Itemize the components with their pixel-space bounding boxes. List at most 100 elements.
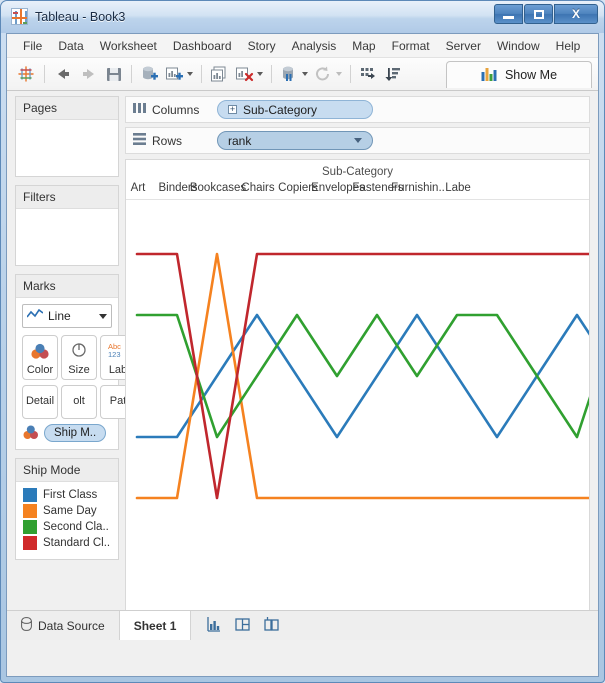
marks-detail-button[interactable]: Detail — [22, 385, 58, 419]
marks-size-button[interactable]: Size — [61, 335, 97, 380]
chevron-down-icon[interactable] — [257, 72, 263, 76]
client-area: File Data Worksheet Dashboard Story Anal… — [6, 33, 599, 677]
columns-pill-label: Sub-Category — [243, 103, 317, 117]
duplicate-sheet-icon[interactable] — [207, 62, 232, 86]
data-source-tab[interactable]: Data Source — [7, 611, 120, 640]
show-me-bars-icon — [481, 66, 498, 84]
menu-bar: File Data Worksheet Dashboard Story Anal… — [7, 34, 598, 58]
marks-color-button[interactable]: Color — [22, 335, 58, 380]
size-circle-icon — [70, 342, 88, 362]
close-button[interactable]: X — [554, 4, 598, 24]
column-headers: ArtBindersBookcasesChairsCopiersEnvelope… — [126, 180, 589, 200]
column-header-label[interactable]: Furnishin.. — [391, 182, 445, 194]
menu-file[interactable]: File — [15, 36, 50, 56]
columns-shelf-label: Columns — [152, 103, 199, 117]
menu-dashboard[interactable]: Dashboard — [165, 36, 240, 56]
rows-shelf-label: Rows — [152, 134, 182, 148]
pages-drop-zone[interactable] — [16, 120, 118, 176]
legend-swatch — [23, 520, 37, 534]
columns-shelf[interactable]: Columns + Sub-Category — [125, 96, 590, 123]
chevron-down-icon[interactable] — [187, 72, 193, 76]
maximize-button[interactable] — [524, 4, 553, 24]
expand-plus-icon[interactable]: + — [228, 105, 237, 114]
toolbar-separator — [131, 65, 132, 83]
show-me-button[interactable]: Show Me — [446, 61, 592, 88]
legend-title: Ship Mode — [16, 459, 118, 482]
marks-tooltip-button[interactable]: olt — [61, 385, 97, 419]
menu-server[interactable]: Server — [438, 36, 489, 56]
refresh-icon[interactable] — [311, 62, 345, 86]
mark-type-value: Line — [48, 309, 71, 323]
legend-item[interactable]: Same Day — [23, 504, 112, 518]
column-header-label[interactable]: Labe — [445, 182, 471, 194]
columns-pill-sub-category[interactable]: + Sub-Category — [217, 100, 373, 119]
plot-area[interactable] — [126, 226, 589, 604]
rows-pill-rank[interactable]: rank — [217, 131, 373, 150]
save-icon[interactable] — [102, 62, 126, 86]
marks-color-label: Color — [27, 364, 53, 376]
sheet-tab-sheet-1[interactable]: Sheet 1 — [120, 611, 192, 640]
data-source-icon — [21, 617, 32, 634]
line-chart-svg — [126, 226, 589, 516]
legend-label: Same Day — [43, 505, 97, 517]
new-data-source-icon[interactable] — [137, 62, 162, 86]
menu-window[interactable]: Window — [489, 36, 548, 56]
marks-buttons-lower: Detail olt Pat — [22, 385, 112, 419]
chevron-down-icon[interactable] — [302, 72, 308, 76]
marks-encoding-row: Ship M.. — [22, 424, 112, 442]
chevron-down-icon[interactable] — [99, 314, 107, 319]
menu-story[interactable]: Story — [240, 36, 284, 56]
chevron-down-icon[interactable] — [336, 72, 342, 76]
color-legend-card: Ship Mode First Class Same Day Second — [15, 458, 119, 560]
legend-label: Standard Cl.. — [43, 537, 110, 549]
pages-card: Pages — [15, 96, 119, 177]
svg-text:123: 123 — [108, 350, 121, 359]
legend-item[interactable]: First Class — [23, 488, 112, 502]
toolbar: Show Me — [7, 58, 598, 91]
column-header-label[interactable]: Chairs — [241, 182, 274, 194]
column-header-label[interactable]: Art — [131, 182, 146, 194]
toolbar-separator — [44, 65, 45, 83]
pause-updates-icon[interactable] — [277, 62, 311, 86]
series-line — [137, 254, 589, 498]
columns-grid-icon — [133, 102, 146, 117]
menu-worksheet[interactable]: Worksheet — [92, 36, 165, 56]
sort-descending-icon[interactable] — [381, 62, 406, 86]
menu-format[interactable]: Format — [384, 36, 438, 56]
left-panel: Pages Filters Marks — [15, 96, 119, 635]
new-worksheet-icon[interactable] — [205, 616, 222, 635]
menu-data[interactable]: Data — [50, 36, 91, 56]
back-arrow-icon[interactable] — [50, 62, 76, 86]
show-me-label: Show Me — [505, 68, 557, 82]
mark-type-dropdown[interactable]: Line — [22, 304, 112, 328]
new-story-icon[interactable] — [263, 616, 280, 635]
minimize-button[interactable] — [494, 4, 523, 24]
filters-drop-zone[interactable] — [16, 209, 118, 265]
rows-shelf[interactable]: Rows rank — [125, 127, 590, 154]
swap-axes-icon[interactable] — [356, 62, 381, 86]
legend-item[interactable]: Standard Cl.. — [23, 536, 112, 550]
menu-map[interactable]: Map — [344, 36, 383, 56]
menu-analysis[interactable]: Analysis — [284, 36, 345, 56]
pages-card-title: Pages — [16, 97, 118, 120]
tableau-home-icon[interactable] — [13, 62, 39, 86]
new-worksheet-icon[interactable] — [162, 62, 196, 86]
chart-panel: Sub-Category ArtBindersBookcasesChairsCo… — [125, 159, 590, 635]
application-window: Tableau - Book3 X File Data Worksheet Da… — [0, 0, 605, 683]
column-header-label[interactable]: Bookcases — [190, 182, 246, 194]
chevron-down-icon[interactable] — [354, 138, 362, 143]
rows-pill-label: rank — [228, 134, 251, 148]
forward-arrow-icon[interactable] — [76, 62, 102, 86]
tableau-logo-icon — [11, 8, 28, 25]
sheet-actions — [191, 611, 294, 640]
window-title: Tableau - Book3 — [35, 10, 125, 24]
marks-card-title: Marks — [16, 275, 118, 298]
series-line — [137, 254, 589, 498]
marks-size-label: Size — [68, 364, 89, 376]
new-dashboard-icon[interactable] — [234, 616, 251, 635]
legend-swatch — [23, 536, 37, 550]
marks-ship-mode-pill[interactable]: Ship M.. — [44, 424, 106, 442]
legend-item[interactable]: Second Cla.. — [23, 520, 112, 534]
clear-sheet-icon[interactable] — [232, 62, 266, 86]
menu-help[interactable]: Help — [548, 36, 589, 56]
